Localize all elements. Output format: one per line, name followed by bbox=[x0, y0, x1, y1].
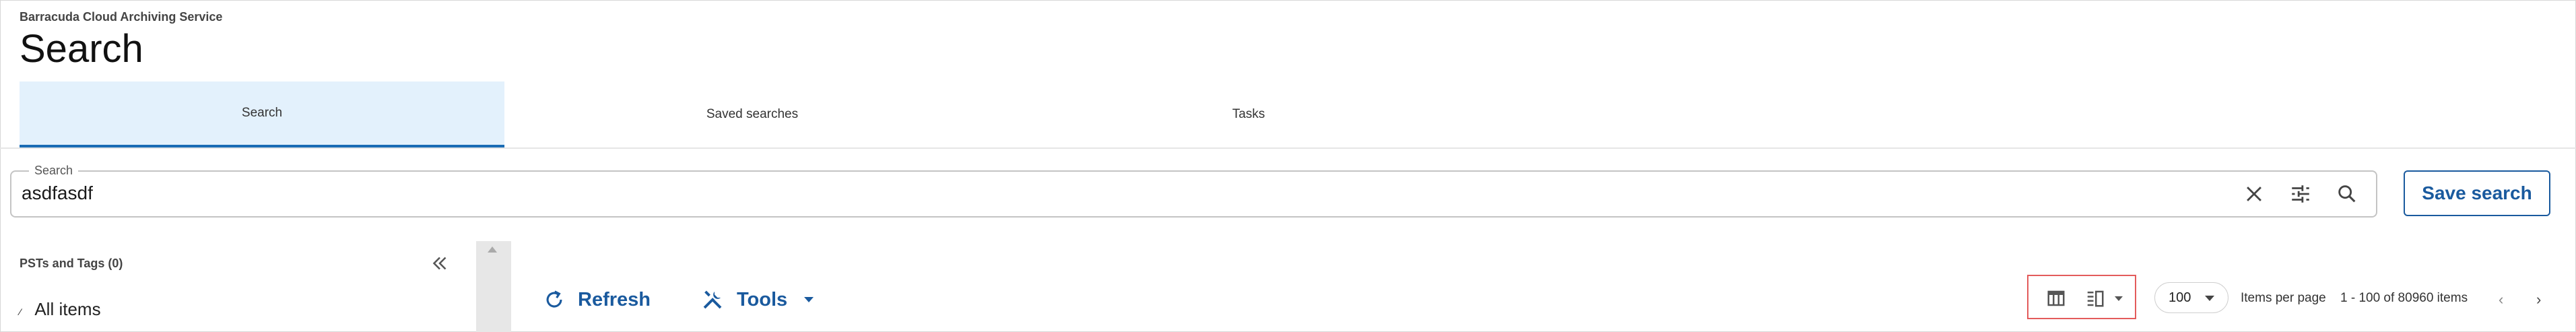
clear-icon[interactable] bbox=[2243, 182, 2266, 205]
search-input[interactable] bbox=[20, 182, 2043, 205]
tree-expand-icon[interactable]: ⁄ bbox=[20, 306, 21, 317]
pagination-range: 1 - 100 of 80960 items bbox=[2340, 291, 2468, 305]
items-per-page-select[interactable]: 100 bbox=[2154, 282, 2228, 313]
tab-bar: Search Saved searches Tasks bbox=[20, 81, 1491, 147]
select-caret-icon bbox=[2205, 296, 2214, 301]
search-field-label: Search bbox=[29, 164, 79, 178]
search-icon[interactable] bbox=[2336, 182, 2358, 205]
search-field: Search bbox=[10, 164, 2377, 218]
tab-divider bbox=[0, 147, 2576, 149]
tools-label: Tools bbox=[737, 288, 788, 310]
tab-search[interactable]: Search bbox=[20, 81, 504, 147]
tab-tasks[interactable]: Tasks bbox=[1006, 81, 1491, 147]
save-search-button[interactable]: Save search bbox=[2404, 170, 2550, 216]
pst-tags-title: PSTs and Tags (0) bbox=[20, 257, 123, 270]
refresh-label: Refresh bbox=[578, 288, 651, 310]
vertical-scrollbar[interactable] bbox=[476, 241, 511, 332]
tab-saved-searches[interactable]: Saved searches bbox=[510, 81, 995, 147]
filter-sliders-icon[interactable] bbox=[2289, 182, 2312, 205]
view-dropdown-caret-icon[interactable] bbox=[2113, 294, 2124, 304]
view-mode-switcher bbox=[2027, 275, 2136, 319]
items-per-page-label: Items per page bbox=[2241, 291, 2326, 305]
table-view-icon[interactable] bbox=[2045, 288, 2068, 308]
page-title: Search bbox=[20, 27, 143, 71]
dropdown-caret-icon bbox=[804, 297, 814, 302]
app-name: Barracuda Cloud Archiving Service bbox=[20, 10, 223, 24]
reading-pane-view-icon[interactable] bbox=[2084, 288, 2107, 308]
tree-item-all-items[interactable]: ⁄ All items bbox=[20, 299, 101, 320]
items-per-page-value: 100 bbox=[2169, 290, 2191, 305]
refresh-button[interactable]: Refresh bbox=[543, 283, 651, 317]
scroll-up-arrow-icon[interactable] bbox=[488, 246, 497, 253]
previous-page-icon[interactable]: ‹ bbox=[2499, 291, 2503, 308]
tools-menu-button[interactable]: Tools bbox=[700, 283, 828, 317]
next-page-icon[interactable]: › bbox=[2536, 291, 2541, 308]
collapse-left-icon[interactable] bbox=[428, 252, 451, 275]
tree-item-label: All items bbox=[34, 299, 101, 319]
tools-icon bbox=[703, 290, 722, 309]
refresh-icon bbox=[546, 290, 562, 308]
